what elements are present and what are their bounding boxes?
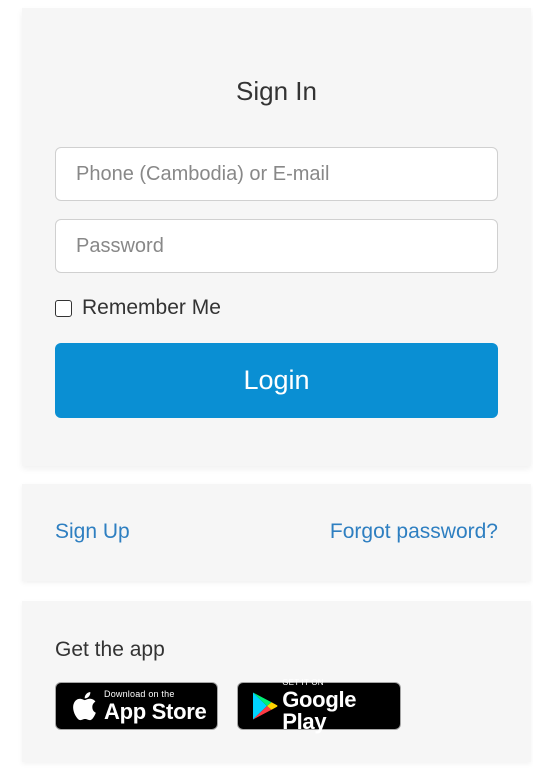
get-app-heading: Get the app xyxy=(55,638,165,661)
appstore-small-text: Download on the xyxy=(104,688,175,699)
get-app-card: Get the app Download on the App Store GE… xyxy=(22,601,531,762)
sign-up-link[interactable]: Sign Up xyxy=(55,520,130,544)
password-input[interactable] xyxy=(55,219,498,273)
app-store-badge[interactable]: Download on the App Store xyxy=(55,682,218,730)
remember-me[interactable]: Remember Me xyxy=(54,296,221,320)
apple-icon xyxy=(64,691,104,721)
google-play-icon xyxy=(248,691,282,721)
page-title: Sign In xyxy=(236,76,317,106)
signin-card: Sign In Remember Me Login xyxy=(22,8,531,466)
remember-me-label: Remember Me xyxy=(82,296,221,319)
google-play-badge[interactable]: GET IT ON Google Play xyxy=(237,678,401,734)
appstore-big-text: App Store xyxy=(104,698,207,724)
remember-me-checkbox[interactable] xyxy=(55,299,72,317)
login-page: Sign In Remember Me Login Sign Up Forgot… xyxy=(0,0,533,768)
forgot-password-link[interactable]: Forgot password? xyxy=(330,520,498,544)
phone-email-input[interactable] xyxy=(55,147,498,201)
account-links-card: Sign Up Forgot password? xyxy=(22,484,531,581)
login-button[interactable]: Login xyxy=(55,343,498,418)
googleplay-small-text: GET IT ON xyxy=(282,678,324,687)
googleplay-big-text: Google Play xyxy=(282,687,357,734)
